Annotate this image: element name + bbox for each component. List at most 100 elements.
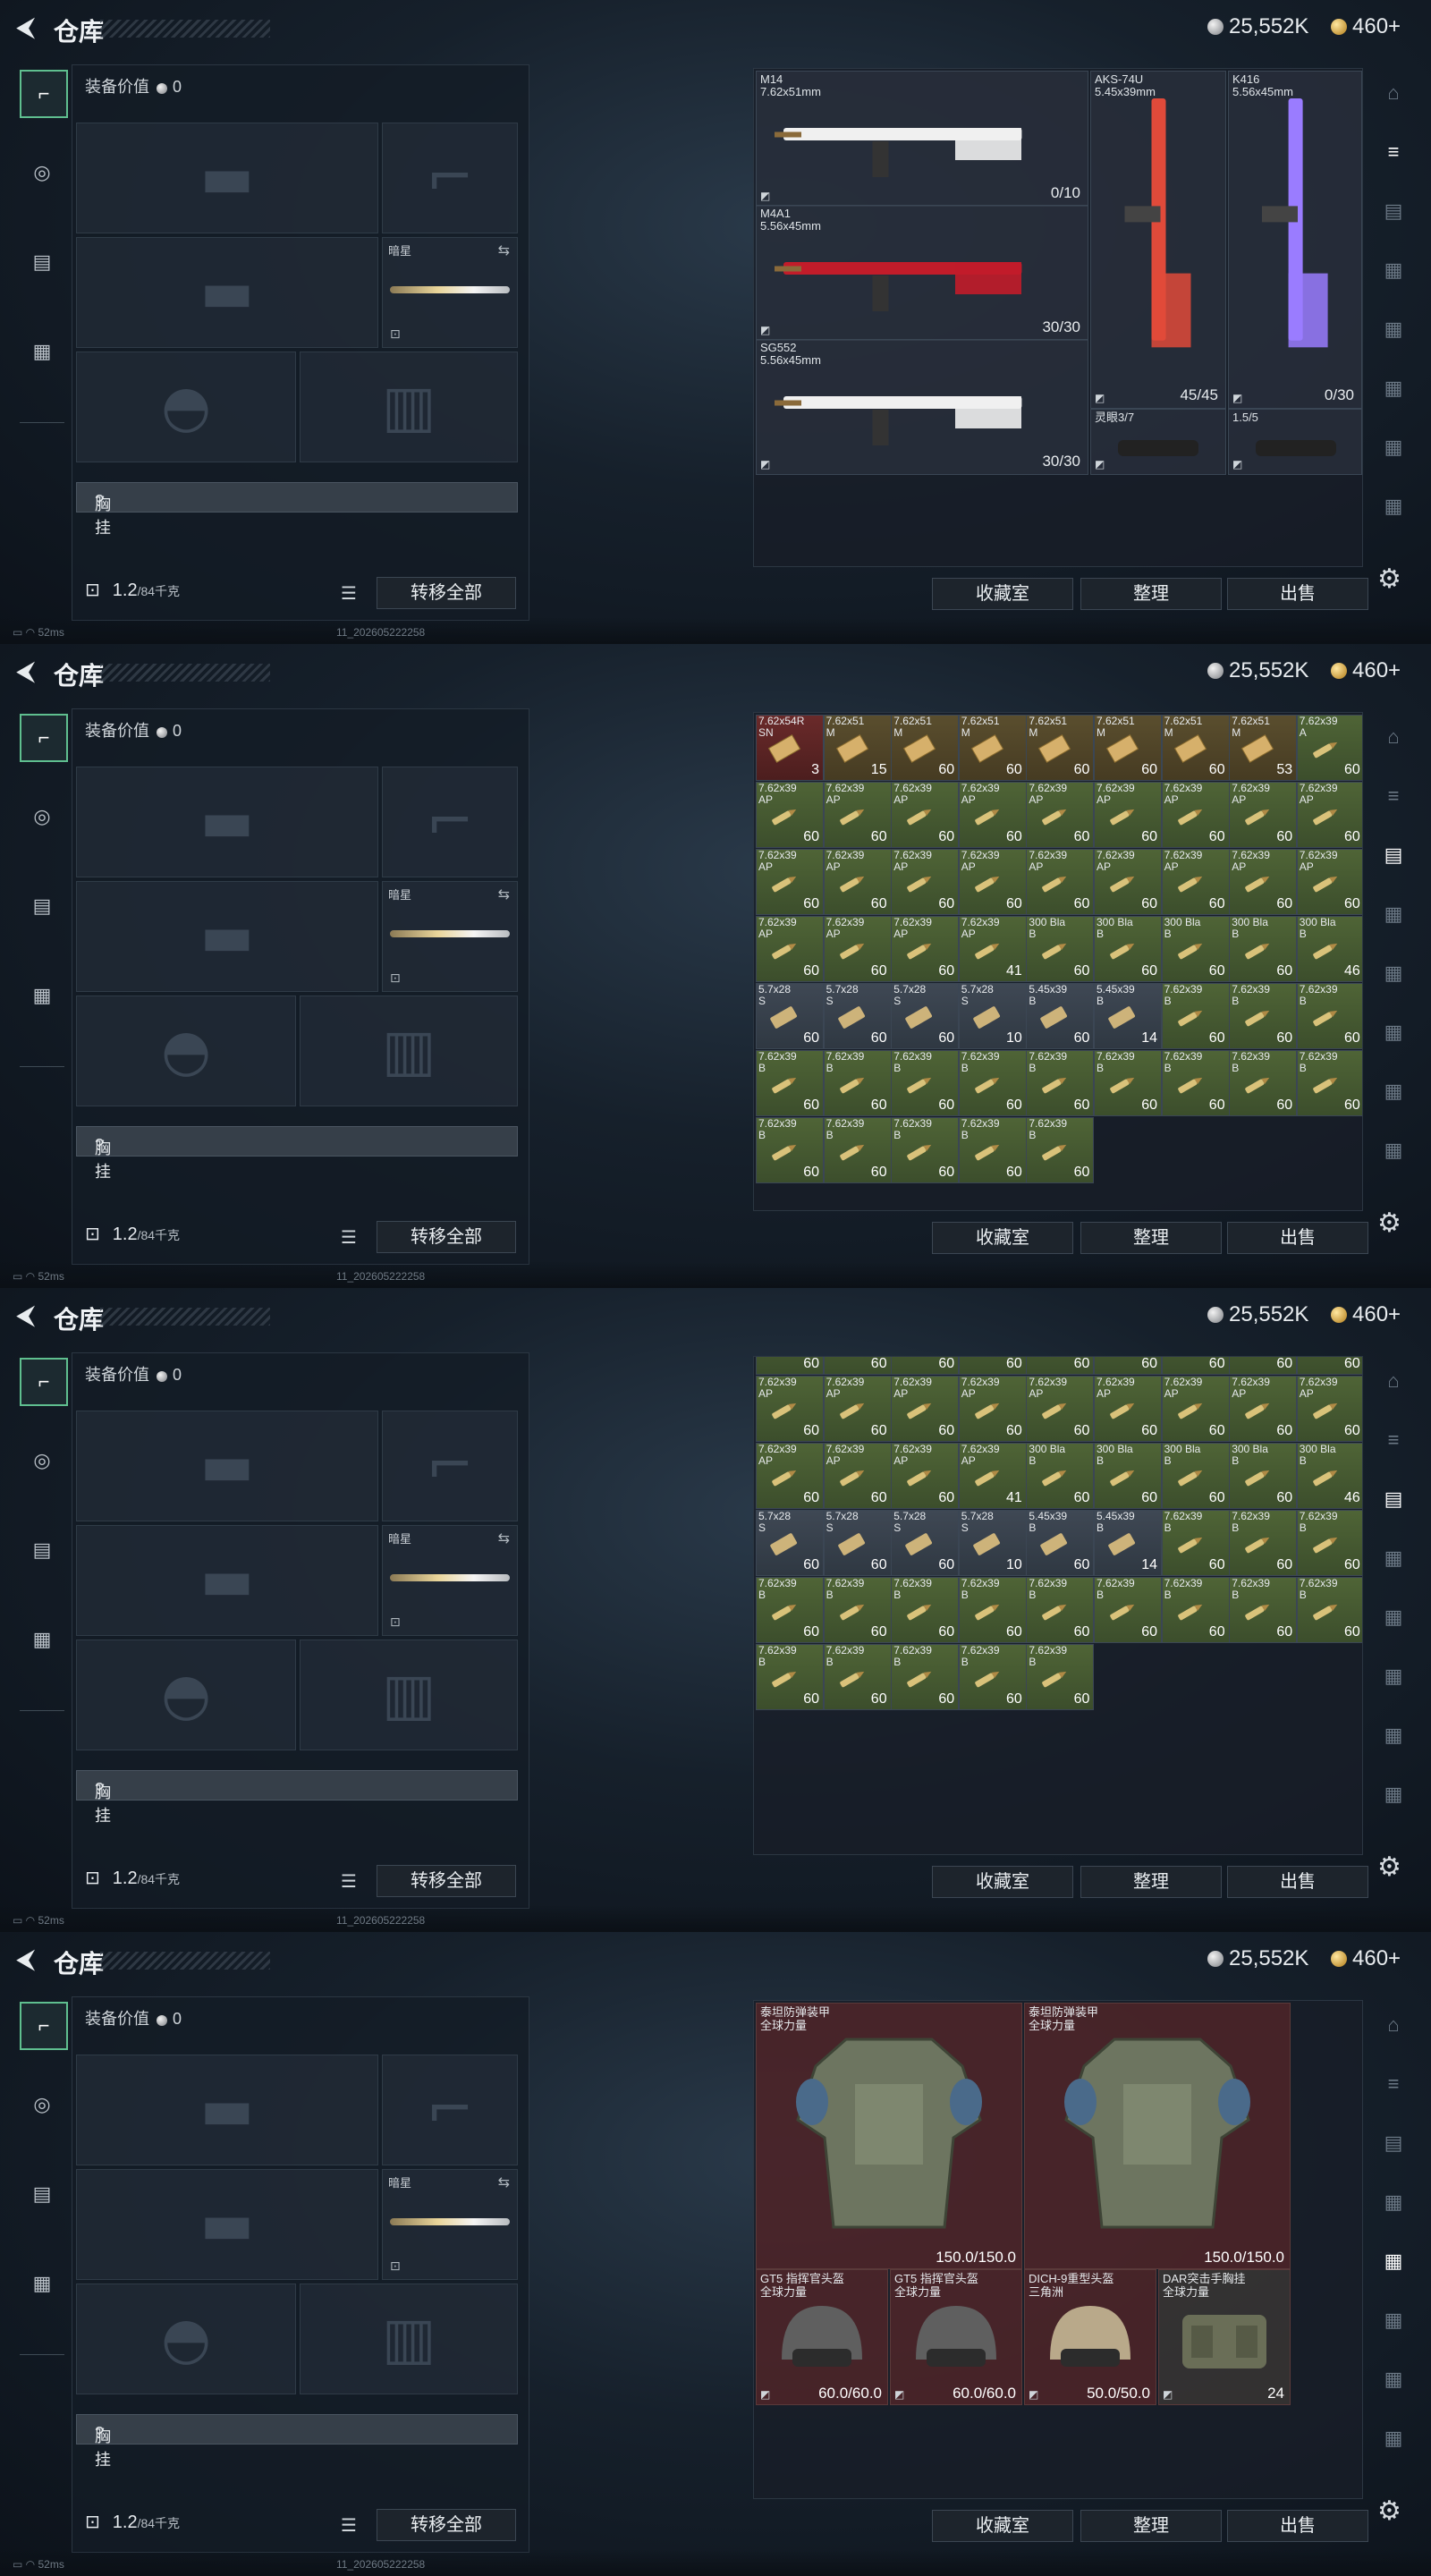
ammo-stack[interactable]: 7.62x51 M 60 <box>958 715 1027 781</box>
briefcase-icon[interactable]: ▦ <box>20 329 64 374</box>
collection-room-button[interactable]: 收藏室 <box>932 1222 1073 1254</box>
ammo-stack[interactable]: 5.7x28 S 60 <box>756 983 824 1049</box>
sell-button[interactable]: 出售 <box>1227 1222 1368 1254</box>
ammo-stack[interactable]: 7.62x39 B 60 <box>958 1050 1027 1116</box>
shelf-icon[interactable]: ▦ <box>1374 369 1413 408</box>
ammo-stack[interactable]: 7.62x39 B 60 <box>1026 1050 1095 1116</box>
ammo-stack[interactable]: 7.62x39 B 60 <box>1229 1577 1298 1643</box>
ammo-stack[interactable]: 7.62x39 B 60 <box>823 1050 892 1116</box>
ammo-stack[interactable]: 7.62x39 B 60 <box>823 1644 892 1710</box>
swap-arrows-icon[interactable]: ⇆ <box>498 886 510 902</box>
ammo-stack[interactable]: 5.7x28 S 10 <box>958 983 1027 1049</box>
ammo-stack[interactable]: 5.7x28 S 60 <box>891 1510 960 1576</box>
ammo-stack[interactable]: 300 Bla B 60 <box>1026 1443 1095 1509</box>
armor-slot[interactable]: ▥ <box>300 996 518 1106</box>
collection-room-button[interactable]: 收藏室 <box>932 1866 1073 1898</box>
chest-rig-card[interactable]: DAR突击手胸挂 全球力量 ◩ 24 <box>1158 2269 1291 2405</box>
pistol-icon[interactable]: ⌐ <box>20 2002 68 2050</box>
sell-button[interactable]: 出售 <box>1227 578 1368 610</box>
shelf-icon[interactable]: ▦ <box>1374 2419 1413 2458</box>
ammo-stack[interactable]: 7.62x39 AP 60 <box>1026 849 1095 915</box>
rifle-rack-icon[interactable]: ≡ <box>1374 776 1413 816</box>
shelf-icon[interactable]: ▦ <box>1374 250 1413 290</box>
shelf-icon[interactable]: ▦ <box>1374 2241 1413 2281</box>
pistol-icon[interactable]: ⌐ <box>20 714 68 762</box>
swap-arrows-icon[interactable]: ⇆ <box>498 242 510 258</box>
ammo-stack[interactable]: AP60 <box>823 1357 892 1375</box>
helmet-card[interactable]: DICH-9重型头盔 三角洲 ◩ 50.0/50.0 <box>1024 2269 1156 2405</box>
organize-button[interactable]: 整理 <box>1080 578 1222 610</box>
ammo-stack[interactable]: 7.62x39 AP 60 <box>891 782 960 848</box>
gold-currency[interactable]: 460+ <box>1331 1946 1401 1971</box>
storage-bay-icon[interactable]: ⌂ <box>1374 73 1413 113</box>
ammo-stack[interactable]: 7.62x39 AP 60 <box>1229 849 1298 915</box>
ammo-box-icon[interactable]: ▤ <box>1374 835 1413 875</box>
organize-button[interactable]: 整理 <box>1080 1866 1222 1898</box>
ammo-stack[interactable]: 7.62x39 B 60 <box>1161 1510 1230 1576</box>
ammo-stack[interactable]: 300 Bla B 60 <box>1161 1443 1230 1509</box>
gear-icon[interactable]: ⚙ <box>1377 2496 1401 2527</box>
shelf-icon[interactable]: ▦ <box>1374 1072 1413 1111</box>
shelf-icon[interactable]: ▦ <box>1374 487 1413 526</box>
vest-icon[interactable]: ▤ <box>20 1528 64 1572</box>
ammo-stack[interactable]: 7.62x39 AP 60 <box>1094 1376 1162 1442</box>
transfer-all-button[interactable]: 转移全部 <box>377 1221 516 1253</box>
helmet-icon[interactable]: ◎ <box>20 794 64 839</box>
briefcase-icon[interactable]: ▦ <box>20 973 64 1018</box>
ammo-stack[interactable]: AP60 <box>1026 1357 1095 1375</box>
ammo-stack[interactable]: 300 Bla B 60 <box>1094 916 1162 982</box>
pistol-icon[interactable]: ⌐ <box>20 1358 68 1406</box>
gold-currency[interactable]: 460+ <box>1331 658 1401 683</box>
ammo-stack[interactable]: 5.45x39 B 60 <box>1026 983 1095 1049</box>
melee-slot[interactable]: 暗星 ⇆ ⊡ <box>382 237 518 348</box>
ammo-stack[interactable]: 5.7x28 S 60 <box>823 1510 892 1576</box>
helmet-slot[interactable]: ◓ <box>76 2284 296 2394</box>
ammo-stack[interactable]: 7.62x39 B 60 <box>1026 1644 1095 1710</box>
back-arrow-icon[interactable]: ⮜ <box>16 14 43 41</box>
list-icon[interactable]: ☰ <box>341 1870 357 1892</box>
ammo-stack[interactable]: 7.62x39 AP 60 <box>823 1443 892 1509</box>
transfer-all-button[interactable]: 转移全部 <box>377 1865 516 1897</box>
ammo-stack[interactable]: 5.7x28 S 60 <box>823 983 892 1049</box>
ammo-stack[interactable]: 300 Bla B 60 <box>1229 916 1298 982</box>
rifle-rack-icon[interactable]: ≡ <box>1374 132 1413 172</box>
ammo-stack[interactable]: 7.62x51 M 60 <box>891 715 960 781</box>
pistol-icon[interactable]: ⌐ <box>20 70 68 118</box>
shelf-icon[interactable]: ▦ <box>1374 1013 1413 1052</box>
ammo-stack[interactable]: 7.62x39 AP 60 <box>756 916 824 982</box>
ammo-stack[interactable]: 300 Bla B 60 <box>1094 1443 1162 1509</box>
ammo-stack[interactable]: 7.62x39 AP 60 <box>1296 1376 1362 1442</box>
ammo-stack[interactable]: 300 Bla B 60 <box>1229 1443 1298 1509</box>
list-icon[interactable]: ☰ <box>341 2514 357 2536</box>
ammo-stack[interactable]: 7.62x51 M 60 <box>1161 715 1230 781</box>
armor-slot[interactable]: ▥ <box>300 352 518 462</box>
chest-help-icon[interactable]: ? <box>95 1780 104 1799</box>
ammo-stack[interactable]: 7.62x39 AP 60 <box>1296 782 1362 848</box>
ammo-stack[interactable]: 300 Bla B 46 <box>1296 1443 1362 1509</box>
vest-icon[interactable]: ▤ <box>20 240 64 284</box>
ammo-stack[interactable]: 7.62x39 AP 60 <box>891 849 960 915</box>
shelf-icon[interactable]: ▦ <box>1374 2360 1413 2399</box>
back-arrow-icon[interactable]: ⮜ <box>16 658 43 685</box>
swap-arrows-icon[interactable]: ⇆ <box>498 1530 510 1546</box>
ammo-stack[interactable]: 7.62x39 AP 60 <box>958 782 1027 848</box>
ammo-stack[interactable]: 5.7x28 S 60 <box>756 1510 824 1576</box>
ammo-stack[interactable]: 7.62x51 M 15 <box>823 715 892 781</box>
silver-currency[interactable]: 25,552K <box>1207 14 1308 39</box>
ammo-stack[interactable]: 7.62x39 B 60 <box>1229 1050 1298 1116</box>
ammo-stack[interactable]: AP60 <box>1094 1357 1162 1375</box>
ammo-stack[interactable]: 7.62x51 M 53 <box>1229 715 1298 781</box>
chest-rig-bar[interactable]: 胸挂 ? <box>76 2414 518 2469</box>
ammo-stack[interactable]: 7.62x39 AP 41 <box>958 1443 1027 1509</box>
ammo-stack[interactable]: AP60 <box>958 1357 1027 1375</box>
shelf-icon[interactable]: ▦ <box>1374 1538 1413 1578</box>
ammo-stack[interactable]: 7.62x39 AP 60 <box>1026 1376 1095 1442</box>
ammo-stack[interactable]: 7.62x39 AP 60 <box>1026 782 1095 848</box>
armor-vest-card[interactable]: 泰坦防弹装甲 全球力量 150.0/150.0 <box>1024 2003 1291 2269</box>
chest-help-icon[interactable]: ? <box>95 492 104 511</box>
ammo-stack[interactable]: AP60 <box>1296 1357 1362 1375</box>
shelf-icon[interactable]: ▦ <box>1374 1657 1413 1696</box>
ammo-stack[interactable]: 7.62x39 B 60 <box>1094 1050 1162 1116</box>
ammo-stack[interactable]: 7.62x39 AP 60 <box>958 849 1027 915</box>
storage-bay-icon[interactable]: ⌂ <box>1374 2005 1413 2045</box>
